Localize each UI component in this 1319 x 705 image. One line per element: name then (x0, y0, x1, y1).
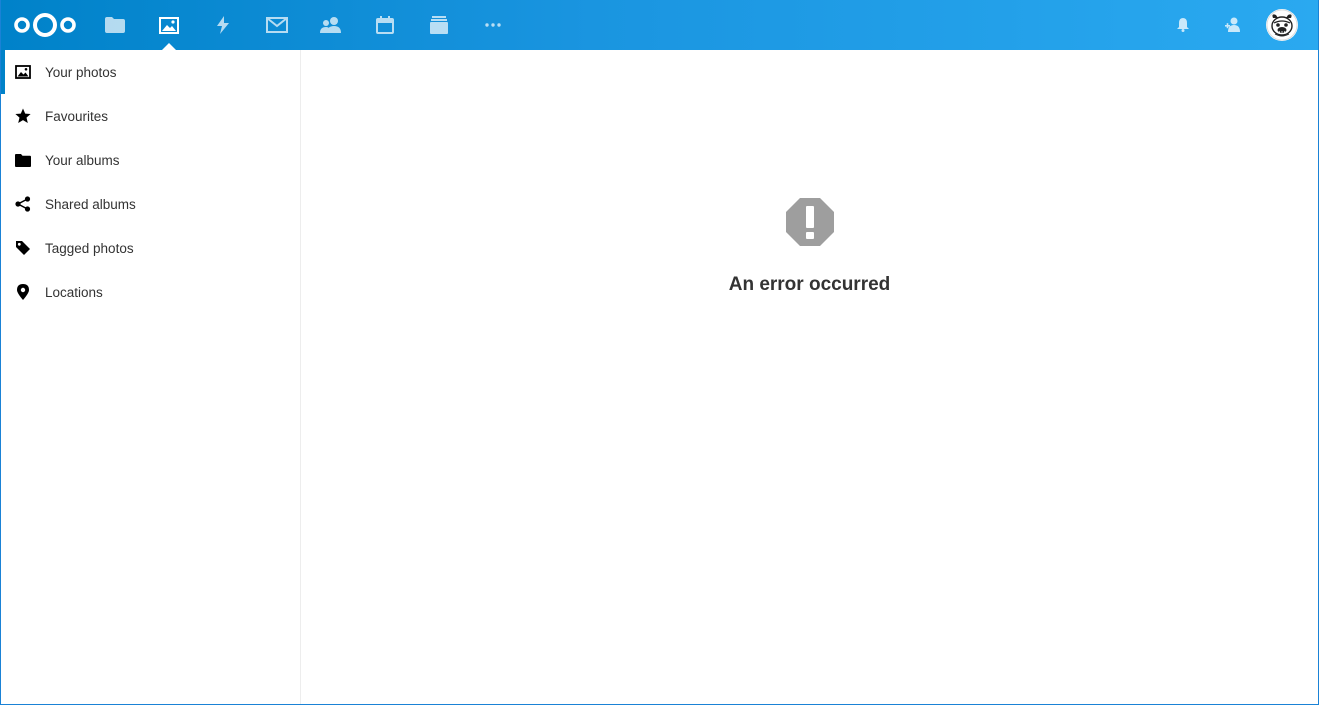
sidebar-item-label: Shared albums (45, 196, 136, 212)
sidebar-item-your-albums[interactable]: Your albums (1, 138, 300, 182)
sidebar-item-favourites[interactable]: Favourites (1, 94, 300, 138)
sidebar-item-label: Your photos (45, 64, 117, 80)
tag-icon (15, 240, 31, 256)
app-calendar-icon[interactable] (359, 0, 411, 50)
app-mail-icon[interactable] (251, 0, 303, 50)
sidebar-item-label: Locations (45, 284, 103, 300)
sidebar-item-shared-albums[interactable]: Shared albums (1, 182, 300, 226)
user-avatar[interactable] (1266, 9, 1298, 41)
location-pin-icon (15, 284, 31, 300)
active-app-indicator (162, 43, 176, 50)
notifications-bell-icon[interactable] (1163, 0, 1203, 50)
sidebar-item-label: Favourites (45, 108, 109, 124)
sidebar-item-tagged-photos[interactable]: Tagged photos (1, 226, 300, 270)
app-contacts-icon[interactable] (305, 0, 357, 50)
app-photos-image-icon[interactable] (143, 0, 195, 50)
app-files-folder-icon[interactable] (89, 0, 141, 50)
folder-icon (15, 152, 31, 168)
sidebar-item-label: Your albums (45, 152, 120, 168)
sidebar-item-your-photos[interactable]: Your photos (1, 50, 300, 94)
star-icon (15, 108, 31, 124)
error-message: An error occurred (728, 274, 891, 295)
app-activity-lightning-icon[interactable] (197, 0, 249, 50)
top-header-bar (1, 0, 1318, 50)
more-apps-icon[interactable] (467, 0, 519, 50)
share-icon (15, 196, 31, 212)
app-deck-icon[interactable] (413, 0, 465, 50)
image-icon (15, 64, 31, 80)
main-content: An error occurred (301, 50, 1318, 704)
photos-navigation-sidebar: Your photos Favourites Your albums Share… (1, 50, 301, 704)
sidebar-item-locations[interactable]: Locations (1, 270, 300, 314)
contacts-menu-icon[interactable] (1213, 0, 1253, 50)
app-window: Your photos Favourites Your albums Share… (0, 0, 1319, 705)
error-octagon-icon (785, 197, 835, 247)
sidebar-item-label: Tagged photos (45, 240, 134, 256)
nextcloud-logo-icon[interactable] (13, 11, 77, 39)
